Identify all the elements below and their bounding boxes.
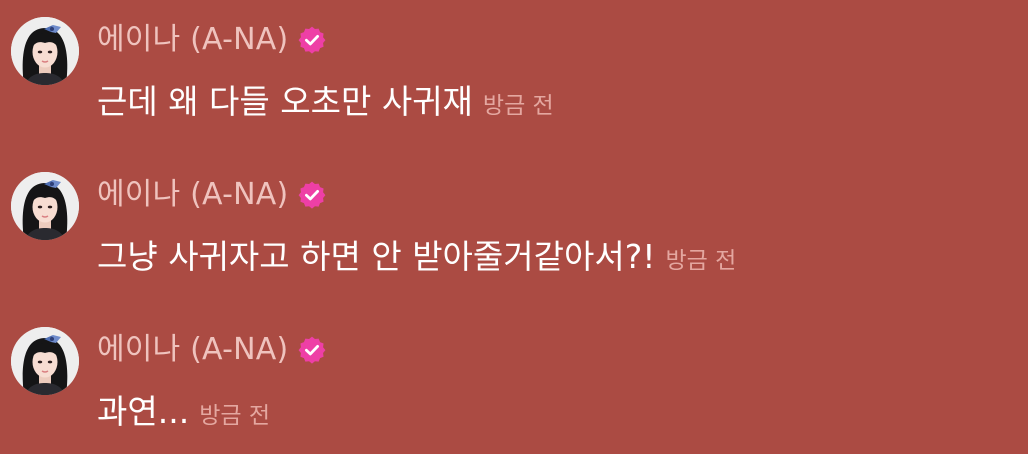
- message-header: 에이나 (A-NA): [97, 330, 326, 370]
- avatar[interactable]: [11, 17, 79, 85]
- message-timestamp: 방금 전: [482, 93, 554, 119]
- sender-name[interactable]: 에이나 (A-NA): [97, 330, 288, 370]
- message-header: 에이나 (A-NA): [97, 175, 326, 215]
- avatar[interactable]: [11, 327, 79, 395]
- verified-badge-icon: [298, 26, 326, 54]
- message-text: 근데 왜 다들 오초만 사귀재: [97, 82, 473, 121]
- message-text: 그냥 사귀자고 하면 안 받아줄거같아서?!: [97, 237, 656, 276]
- chat-message: 에이나 (A-NA) 그냥 사귀자고 하면 안 받아줄거같아서?! 방금 전: [0, 155, 1028, 276]
- message-timestamp: 방금 전: [665, 248, 737, 274]
- message-header: 에이나 (A-NA): [97, 20, 326, 60]
- sender-name[interactable]: 에이나 (A-NA): [97, 175, 288, 215]
- verified-badge-icon: [298, 336, 326, 364]
- message-timestamp: 방금 전: [199, 403, 270, 429]
- message-content: 그냥 사귀자고 하면 안 받아줄거같아서?! 방금 전: [97, 235, 736, 279]
- sender-name[interactable]: 에이나 (A-NA): [97, 20, 288, 60]
- chat-message: 에이나 (A-NA) 근데 왜 다들 오초만 사귀재 방금 전: [0, 0, 1028, 121]
- message-text: 과연...: [97, 392, 190, 431]
- chat-message: 에이나 (A-NA) 과연... 방금 전: [0, 310, 1028, 431]
- avatar[interactable]: [11, 172, 79, 240]
- message-content: 근데 왜 다들 오초만 사귀재 방금 전: [97, 80, 554, 124]
- message-content: 과연... 방금 전: [97, 390, 270, 434]
- verified-badge-icon: [298, 181, 326, 209]
